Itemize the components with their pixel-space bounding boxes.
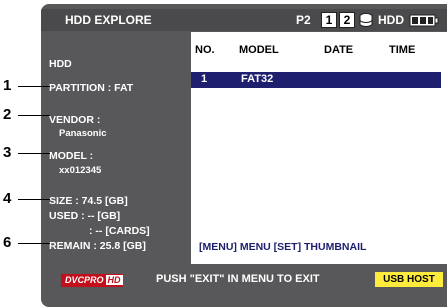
battery-icon [409, 14, 439, 27]
p2-label: P2 [296, 13, 311, 27]
callout-leader-line [18, 86, 50, 87]
callout-4: 4 [0, 190, 50, 207]
screen-title: HDD EXPLORE [65, 13, 152, 27]
callout-3: 3 [0, 144, 50, 161]
camera-lcd-screen: HDD EXPLORE P2 1 2 HDD HDD PARTITION : F… [41, 4, 447, 307]
table-row-selected[interactable]: 1 FAT32 [191, 72, 441, 88]
hdd-drive-icon [359, 13, 373, 27]
card-slot-2-indicator: 2 [339, 12, 355, 28]
cards-info: : -- [CARDS] [89, 225, 150, 237]
callout-leader-line [18, 199, 50, 200]
callout-6: 6 [0, 234, 50, 251]
vendor-value: Panasonic [59, 128, 107, 139]
callout-2: 2 [0, 106, 50, 123]
hdd-status-label: HDD [378, 13, 404, 27]
callout-leader-line [18, 153, 50, 154]
row-no: 1 [201, 73, 208, 85]
logo-hd-text: HD [105, 275, 123, 285]
callout-leader-line [18, 115, 50, 116]
card-slot-1-indicator: 1 [321, 12, 337, 28]
clip-list-panel: NO. MODEL DATE TIME 1 FAT32 [MENU] MENU … [191, 32, 447, 264]
column-header-date: DATE [324, 44, 354, 56]
callout-number: 3 [3, 144, 12, 161]
column-header-model: MODEL [239, 44, 279, 56]
callout-1: 1 [0, 77, 50, 94]
dvcpro-hd-logo: DVCPRO HD [61, 274, 123, 287]
logo-text: DVCPRO [65, 275, 104, 285]
callout-leader-line [18, 243, 50, 244]
size-info: SIZE : 74.5 [GB] [49, 195, 128, 207]
column-header-time: TIME [389, 44, 416, 56]
callout-number: 2 [3, 106, 12, 123]
row-model: FAT32 [241, 73, 274, 85]
key-hint: [MENU] MENU [SET] THUMBNAIL [199, 241, 367, 253]
callout-number: 1 [3, 77, 12, 94]
bottom-bar: DVCPRO HD PUSH "EXIT" IN MENU TO EXIT USB… [41, 270, 447, 290]
usb-host-badge: USB HOST [375, 272, 443, 287]
column-header-no: NO. [195, 44, 215, 56]
callout-number: 6 [3, 234, 12, 251]
drive-heading: HDD [49, 58, 72, 70]
vendor-label: VENDOR : [49, 114, 101, 126]
callout-number: 4 [3, 190, 12, 207]
exit-instruction: PUSH "EXIT" IN MENU TO EXIT [156, 273, 320, 285]
top-status-bar: HDD EXPLORE P2 1 2 HDD [41, 9, 447, 31]
model-value: xx012345 [59, 165, 102, 176]
partition-info: PARTITION : FAT [49, 82, 134, 94]
used-info: USED : -- [GB] [49, 210, 121, 222]
remain-info: REMAIN : 25.8 [GB] [49, 240, 146, 252]
model-label: MODEL : [49, 150, 94, 162]
